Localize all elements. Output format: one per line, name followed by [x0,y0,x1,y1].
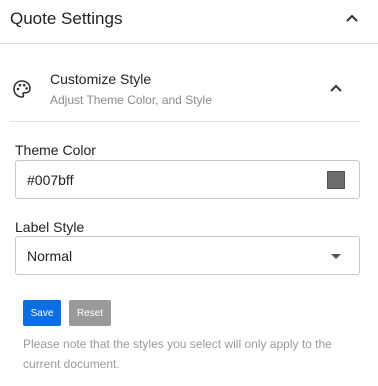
theme-color-value: #007bff [27,172,74,188]
save-button[interactable]: Save [23,300,61,326]
section-subtitle: Adjust Theme Color, and Style [50,93,212,107]
section-title: Customize Style [50,71,152,87]
note-text: Please note that the styles you select w… [23,337,332,371]
label-style-label: Label Style [15,219,85,235]
chevron-up-icon[interactable] [328,80,344,96]
quote-settings-header[interactable]: Quote Settings [0,0,378,44]
theme-color-field[interactable]: #007bff [15,160,360,199]
label-style-value: Normal [27,248,73,264]
theme-color-label: Theme Color [15,142,96,158]
customize-style-section[interactable]: Customize Style Adjust Theme Color, and … [10,60,360,122]
page-title: Quote Settings [10,9,123,28]
reset-button[interactable]: Reset [69,300,111,326]
caret-down-icon [331,254,341,259]
color-swatch[interactable] [327,171,345,189]
chevron-up-icon[interactable] [344,10,360,26]
palette-icon [13,80,31,98]
label-style-select[interactable]: Normal [15,236,360,275]
